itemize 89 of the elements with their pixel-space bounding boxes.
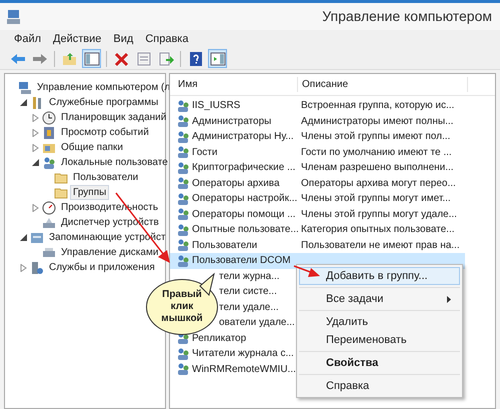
storage-icon: [30, 230, 44, 244]
group-description: Гости по умолчанию имеют те ...: [301, 146, 452, 160]
context-menu-item[interactable]: Свойства: [299, 354, 460, 372]
group-name[interactable]: WinRMRemoteWMIU...: [192, 362, 296, 377]
computer-icon: [18, 80, 32, 94]
context-menu-item[interactable]: Удалить: [299, 313, 460, 331]
submenu-arrow-icon: [447, 296, 451, 302]
users-icon: [176, 222, 190, 237]
group-description: Члены этой группы имеют пол...: [301, 130, 450, 144]
menu-item[interactable]: Файл: [14, 30, 42, 48]
window-title: Управление компьютером: [322, 7, 493, 26]
group-description: Пользователи не имеют прав на...: [301, 238, 460, 253]
users-icon: [176, 254, 190, 268]
tree-toggle-button[interactable]: [82, 49, 101, 68]
column-header[interactable]: Имя: [170, 77, 298, 92]
group-name[interactable]: тели журна...: [219, 268, 280, 284]
collapsed-arrow-icon[interactable]: [32, 204, 38, 212]
users-icon: [176, 192, 190, 206]
group-name[interactable]: Операторы настройк...: [192, 191, 298, 206]
tree-item[interactable]: Управление дисками: [58, 245, 162, 260]
menu-item[interactable]: Справка: [145, 30, 188, 48]
group-name[interactable]: IIS_IUSRS: [192, 98, 240, 114]
users-icon: [176, 346, 190, 361]
users-icon: [176, 98, 190, 113]
tree-item[interactable]: Планировщик заданий: [58, 110, 170, 125]
context-menu-item[interactable]: Все задачи: [299, 290, 460, 308]
context-menu-item[interactable]: Переименовать: [299, 331, 460, 349]
context-menu-item[interactable]: Добавить в группу...: [299, 267, 460, 285]
users-icon: [176, 114, 190, 128]
app-icon: [6, 8, 22, 24]
collapsed-arrow-icon[interactable]: [32, 128, 38, 136]
expanded-arrow-icon[interactable]: [32, 159, 38, 166]
group-description: Администраторы имеют полны...: [301, 114, 454, 129]
collapsed-arrow-icon[interactable]: [32, 114, 38, 122]
group-name[interactable]: Гости: [192, 144, 218, 160]
users-icon: [176, 176, 190, 190]
group-description: Члены этой группы могут имет...: [301, 192, 451, 206]
collapsed-arrow-icon[interactable]: [32, 144, 38, 152]
group-name[interactable]: ователи удале...: [219, 315, 295, 330]
folder-icon: [54, 186, 68, 200]
tree-item[interactable]: Общие папки: [58, 140, 126, 155]
group-name[interactable]: Операторы помощи ...: [192, 206, 296, 222]
menu-item[interactable]: Действие: [53, 30, 102, 48]
users-icon: [176, 207, 190, 222]
tools-icon: [30, 96, 44, 110]
collapsed-arrow-icon[interactable]: [20, 264, 26, 272]
tree-item[interactable]: Просмотр событий: [58, 125, 152, 140]
group-name[interactable]: Читатели журнала с...: [192, 346, 294, 362]
callout-text: Правый клик мышкой: [160, 289, 204, 325]
menu-item[interactable]: Вид: [113, 30, 134, 48]
action-pane-button[interactable]: [208, 49, 227, 68]
group-name[interactable]: Опытные пользовате...: [192, 222, 299, 238]
tree-item[interactable]: Локальные пользовате: [58, 155, 171, 170]
group-name[interactable]: тели удале...: [219, 300, 279, 315]
tree-item[interactable]: Службы и приложения: [46, 260, 158, 275]
device-manager-icon: [42, 216, 56, 230]
group-name[interactable]: Пользователи DCOM: [192, 253, 291, 268]
group-description: Члены этой группы могут удале...: [301, 208, 457, 222]
group-name[interactable]: тели систе...: [219, 284, 277, 300]
group-description: Категория опытных пользовате...: [301, 223, 455, 238]
group-description: Операторы архива могут перео...: [301, 176, 456, 191]
tree-item[interactable]: Группы: [70, 185, 110, 200]
group-name[interactable]: Репликатор: [192, 330, 246, 346]
users-icon: [42, 156, 56, 170]
group-name[interactable]: Пользователи: [192, 238, 258, 253]
expanded-arrow-icon[interactable]: [20, 234, 26, 241]
folder-icon: [54, 170, 68, 184]
tree-item[interactable]: Служебные программы: [46, 95, 162, 110]
users-icon: [176, 160, 190, 175]
services-icon: [30, 260, 44, 274]
disk-icon: [42, 246, 56, 260]
context-menu-item[interactable]: Справка: [299, 377, 460, 395]
group-name[interactable]: Администраторы: [192, 114, 272, 129]
tree-item[interactable]: Пользователи: [70, 170, 142, 185]
group-name[interactable]: Криптографические ...: [192, 160, 296, 176]
column-header[interactable]: Описание: [298, 77, 468, 92]
users-icon: [176, 130, 190, 144]
group-name[interactable]: Операторы архива: [192, 176, 280, 191]
clock-icon: [42, 110, 56, 124]
users-icon: [176, 238, 190, 252]
users-icon: [176, 145, 190, 160]
group-description: Встроенная группа, которую ис...: [301, 99, 454, 114]
users-icon: [176, 362, 190, 376]
group-name[interactable]: Администраторы Ну...: [192, 129, 294, 144]
gauge-icon: [42, 200, 56, 214]
pointer-arrow: [294, 265, 320, 277]
event-log-icon: [42, 126, 56, 140]
expanded-arrow-icon[interactable]: [20, 99, 26, 106]
group-description: Членам разрешено выполнени...: [301, 161, 454, 176]
